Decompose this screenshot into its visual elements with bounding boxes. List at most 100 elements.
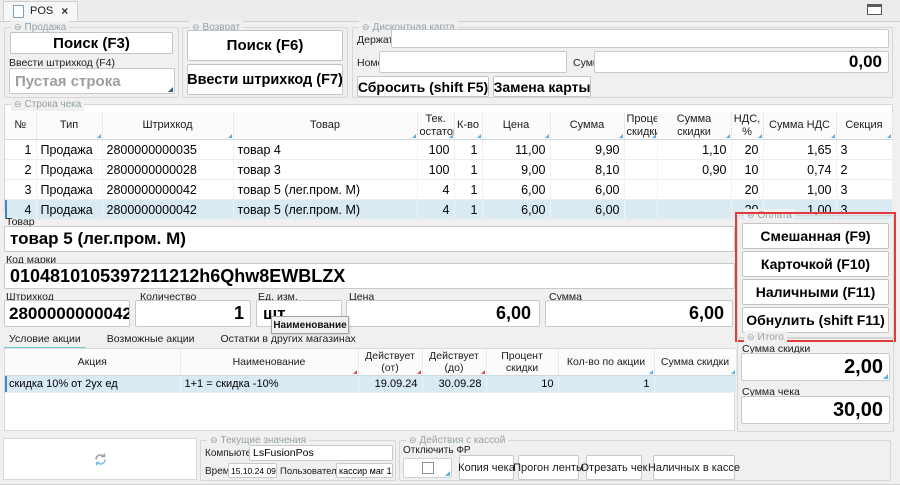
cell[interactable]: 20 [731,140,763,160]
holder-input[interactable] [391,29,889,48]
cell[interactable]: товар 5 (лег.пром. М) [233,200,417,220]
cell[interactable]: 3 [5,180,36,200]
cell[interactable]: 6,00 [482,180,550,200]
tab-promo-possible[interactable]: Возможные акции [102,330,200,350]
cell[interactable]: Продажа [36,140,102,160]
cell[interactable]: 4 [417,180,454,200]
number-input[interactable] [379,51,567,73]
column-header[interactable]: Сумма [550,112,624,140]
cell[interactable] [624,160,657,180]
refresh-area[interactable] [3,438,197,480]
cell[interactable]: 19.09.24 [358,376,422,393]
tape-feed-button[interactable]: Прогон ленты [518,455,579,480]
receipt-row[interactable]: 2Продажа2800000000028товар 310019,008,10… [5,160,892,180]
return-search-button[interactable]: Поиск (F6) [187,30,343,61]
cash-in-drawer-button[interactable]: Наличных в кассе [653,455,735,480]
payment-mixed-button[interactable]: Смешанная (F9) [742,223,889,249]
cell[interactable]: 2 [5,160,36,180]
cell[interactable]: 2 [836,160,892,180]
sale-barcode-input[interactable]: Пустая строка [9,68,175,94]
cell[interactable] [624,140,657,160]
cell[interactable]: 1 [454,200,482,220]
column-header[interactable]: Сумма скидки [654,349,736,376]
column-header[interactable]: Наименование [180,349,358,376]
cell[interactable]: 9,90 [550,140,624,160]
column-header[interactable]: № [5,112,36,140]
user-field[interactable]: кассир маг 1 [336,463,393,478]
cell[interactable]: 1,10 [657,140,731,160]
cell[interactable]: 6,00 [550,200,624,220]
receipt-row[interactable]: 1Продажа2800000000035товар 4100111,009,9… [5,140,892,160]
disable-fr-checkbox[interactable] [422,462,434,474]
cell[interactable]: 6,00 [482,200,550,220]
cell[interactable]: 30.09.28 [422,376,486,393]
barcode-field[interactable]: 2800000000042 [4,300,130,327]
collapse-icon[interactable]: ⊖ [747,209,755,222]
cell[interactable]: 1,00 [763,180,836,200]
column-header[interactable]: Тип [36,112,102,140]
card-sum-input[interactable]: 0,00 [594,51,889,73]
payment-card-button[interactable]: Карточкой (F10) [742,251,889,277]
total-discount-field[interactable]: 2,00 [741,353,890,381]
cell[interactable] [624,200,657,220]
mark-code-field[interactable]: 0104810105397211212h6Qhw8EWBLZX [4,263,735,289]
cell[interactable]: товар 5 (лег.пром. М) [233,180,417,200]
tab-promo-conditions[interactable]: Условие акции [4,330,86,350]
column-header[interactable]: Товар [233,112,417,140]
payment-cash-button[interactable]: Наличными (F11) [742,279,889,305]
cell[interactable] [654,376,736,393]
cell[interactable]: товар 3 [233,160,417,180]
column-header[interactable]: Процент скидки [486,349,558,376]
column-header[interactable]: Штрихкод [102,112,233,140]
cell[interactable]: 1 [558,376,654,393]
collapse-icon[interactable]: ⊖ [210,434,218,447]
line-sum-field[interactable]: 6,00 [545,300,733,327]
receipt-copy-button[interactable]: Копия чека [459,455,514,480]
product-field[interactable]: товар 5 (лег.пром. М) [4,226,735,252]
cell[interactable] [657,180,731,200]
collapse-icon[interactable]: ⊖ [362,21,370,34]
column-header[interactable]: Сумма скидки [657,112,731,140]
time-field[interactable]: 15.10.24 09:07 [228,463,277,478]
cell[interactable] [657,200,731,220]
collapse-icon[interactable]: ⊖ [14,98,22,111]
cell[interactable]: 9,00 [482,160,550,180]
cell[interactable]: 11,00 [482,140,550,160]
cell[interactable]: 2800000000035 [102,140,233,160]
card-reset-button[interactable]: Сбросить (shift F5) [357,76,489,97]
column-header[interactable]: Кол-во по акции [558,349,654,376]
payment-reset-button[interactable]: Обнулить (shift F11) [742,307,889,333]
receipt-row[interactable]: 3Продажа2800000000042товар 5 (лег.пром. … [5,180,892,200]
cell[interactable]: 1 [454,180,482,200]
cell[interactable]: 3 [836,180,892,200]
card-replace-button[interactable]: Замена карты [493,76,591,97]
cell[interactable]: 3 [836,140,892,160]
cell[interactable]: скидка 10% от 2ух ед [5,376,180,393]
cell[interactable]: 4 [417,200,454,220]
refresh-icon[interactable] [93,452,108,467]
cell[interactable]: 1 [454,160,482,180]
cell[interactable]: Продажа [36,160,102,180]
cell[interactable]: Продажа [36,180,102,200]
cell[interactable]: 2800000000028 [102,160,233,180]
receipt-sum-field[interactable]: 30,00 [741,396,890,424]
column-header[interactable]: Действует (от) [358,349,422,376]
cell[interactable]: 10 [486,376,558,393]
cell[interactable]: 10 [731,160,763,180]
column-header[interactable]: Сумма НДС [763,112,836,140]
return-barcode-button[interactable]: Ввести штрихкод (F7) [187,64,343,95]
cell[interactable]: 1+1 = скидка -10% [180,376,358,393]
quantity-field[interactable]: 1 [135,300,251,327]
column-header[interactable]: Акция [5,349,180,376]
cell[interactable]: 100 [417,140,454,160]
cell[interactable]: Продажа [36,200,102,220]
column-header[interactable]: Процент скидки [624,112,657,140]
cell[interactable] [624,180,657,200]
cell[interactable]: 8,10 [550,160,624,180]
column-header[interactable]: НДС, % [731,112,763,140]
computer-field[interactable]: LsFusionPos [249,445,393,461]
column-header[interactable]: Секция [836,112,892,140]
cell[interactable]: 1 [454,140,482,160]
column-header[interactable]: К-во [454,112,482,140]
cell[interactable]: 20 [731,180,763,200]
